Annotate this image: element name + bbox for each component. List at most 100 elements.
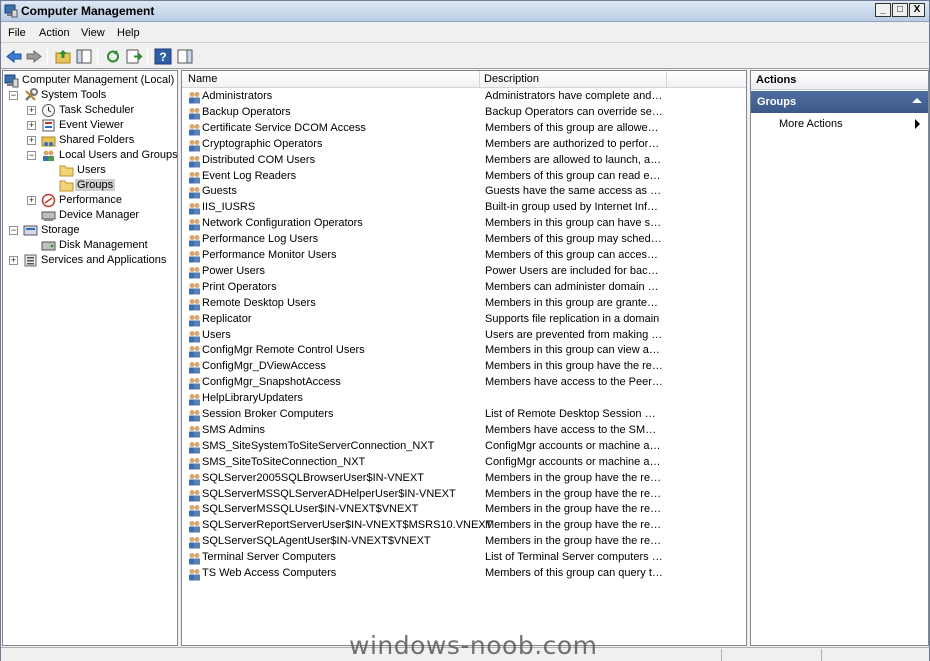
- show-hide-action-pane-icon[interactable]: [176, 48, 194, 65]
- event-viewer-icon: [42, 119, 55, 132]
- groups-list-view[interactable]: Name Description Administrators Administr…: [181, 70, 747, 646]
- group-description: Users are prevented from making ac...: [485, 328, 663, 341]
- export-list-icon[interactable]: [125, 48, 143, 65]
- table-row[interactable]: SMS_SiteToSiteConnection_NXT ConfigMgr ac…: [182, 455, 746, 471]
- svg-text:?: ?: [159, 50, 166, 64]
- table-row[interactable]: ConfigMgr_SnapshotAccess Members have acc…: [182, 375, 746, 391]
- table-row[interactable]: ConfigMgr_DViewAccess Members in this gro…: [182, 359, 746, 375]
- shared-folder-icon: [41, 136, 56, 147]
- group-icon: [189, 107, 200, 120]
- table-row[interactable]: Remote Desktop Users Members in this grou…: [182, 296, 746, 312]
- column-divider[interactable]: [666, 71, 667, 88]
- table-row[interactable]: Distributed COM Users Members are allowed…: [182, 153, 746, 169]
- group-name: Guests: [202, 185, 237, 198]
- table-row[interactable]: Performance Log Users Members of this gro…: [182, 232, 746, 248]
- table-row[interactable]: Performance Monitor Users Members of this…: [182, 248, 746, 264]
- group-name: Power Users: [202, 264, 265, 277]
- table-row[interactable]: Print Operators Members can administer do…: [182, 280, 746, 296]
- minimize-button[interactable]: _: [875, 3, 891, 17]
- expand-icon[interactable]: +: [27, 121, 36, 130]
- more-actions-item[interactable]: More Actions: [779, 118, 843, 130]
- menu-help[interactable]: Help: [117, 27, 140, 39]
- column-header-description[interactable]: Description: [484, 73, 539, 85]
- table-row[interactable]: HelpLibraryUpdaters: [182, 391, 746, 407]
- up-folder-icon[interactable]: [54, 48, 72, 65]
- title-bar[interactable]: Computer Management _ □ X: [1, 1, 929, 22]
- collapse-caret-icon[interactable]: [912, 98, 922, 103]
- close-button[interactable]: X: [909, 3, 925, 17]
- menu-file[interactable]: File: [8, 27, 26, 39]
- group-description: Built-in group used by Internet Infor...: [485, 201, 663, 214]
- expand-icon[interactable]: +: [27, 136, 36, 145]
- table-row[interactable]: Certificate Service DCOM Access Members o…: [182, 121, 746, 137]
- table-row[interactable]: IIS_IUSRS Built-in group used by Internet…: [182, 200, 746, 216]
- expand-icon[interactable]: +: [9, 256, 18, 265]
- actions-group-groups[interactable]: Groups: [751, 91, 928, 113]
- collapse-icon[interactable]: −: [27, 151, 36, 160]
- table-row[interactable]: SQLServerMSSQLServerADHelperUser$IN-VNEX…: [182, 487, 746, 503]
- table-row[interactable]: SQLServerReportServerUser$IN-VNEXT$MSRS1…: [182, 518, 746, 534]
- group-description: Members of this group can query th...: [485, 567, 663, 579]
- status-pane: [821, 649, 822, 661]
- group-description: Members have access to the SMS Pr...: [485, 423, 663, 436]
- table-row[interactable]: Terminal Server Computers List of Termina…: [182, 550, 746, 566]
- collapse-icon[interactable]: −: [9, 226, 18, 235]
- table-row[interactable]: Cryptographic Operators Members are autho…: [182, 137, 746, 153]
- tree-node-label: Services and Applications: [41, 254, 167, 266]
- table-row[interactable]: Users Users are prevented from making ac.…: [182, 328, 746, 344]
- group-icon: [189, 139, 200, 152]
- menu-action[interactable]: Action: [39, 27, 70, 39]
- window-title: Computer Management: [21, 4, 155, 18]
- toolbar-separator: [147, 48, 148, 65]
- table-row[interactable]: SQLServerMSSQLUser$IN-VNEXT$VNEXT Members…: [182, 502, 746, 518]
- menu-bar: File Action View Help: [1, 23, 929, 43]
- table-row[interactable]: Replicator Supports file replication in a…: [182, 312, 746, 328]
- refresh-icon[interactable]: [104, 48, 122, 65]
- group-name: ConfigMgr Remote Control Users: [202, 344, 365, 357]
- column-header-name[interactable]: Name: [188, 73, 217, 85]
- group-icon: [189, 425, 200, 438]
- table-row[interactable]: Event Log Readers Members of this group c…: [182, 169, 746, 185]
- back-arrow-icon[interactable]: [5, 48, 23, 65]
- table-row[interactable]: Guests Guests have the same access as me.…: [182, 184, 746, 200]
- table-row[interactable]: SQLServerSQLAgentUser$IN-VNEXT$VNEXT Memb…: [182, 534, 746, 550]
- performance-icon: [41, 193, 56, 208]
- group-description: Members in this group are granted t...: [485, 296, 663, 309]
- table-row[interactable]: SMS_SiteSystemToSiteServerConnection_NXT…: [182, 439, 746, 455]
- group-icon: [189, 251, 200, 263]
- expand-icon[interactable]: +: [27, 196, 36, 205]
- table-row[interactable]: Backup Operators Backup Operators can ove…: [182, 105, 746, 121]
- table-row[interactable]: Session Broker Computers List of Remote D…: [182, 407, 746, 423]
- table-row[interactable]: Network Configuration Operators Members i…: [182, 216, 746, 232]
- watermark-text: windows-noob.com: [349, 631, 598, 660]
- table-row[interactable]: SQLServer2005SQLBrowserUser$IN-VNEXT Memb…: [182, 471, 746, 487]
- group-icon: [189, 489, 200, 501]
- table-row[interactable]: Power Users Power Users are included for …: [182, 264, 746, 280]
- table-row[interactable]: TS Web Access Computers Members of this g…: [182, 566, 746, 582]
- group-description: Supports file replication in a domain: [485, 312, 660, 325]
- table-row[interactable]: ConfigMgr Remote Control Users Members in…: [182, 343, 746, 359]
- services-icon: [24, 254, 37, 267]
- tree-node-label: Disk Management: [59, 239, 148, 251]
- forward-arrow-icon[interactable]: [25, 48, 43, 65]
- group-description: Members in this group have the requ...: [485, 360, 663, 373]
- expand-icon[interactable]: +: [27, 106, 36, 115]
- storage-icon: [23, 225, 38, 236]
- submenu-arrow-icon[interactable]: [915, 119, 920, 129]
- collapse-icon[interactable]: −: [9, 91, 18, 100]
- column-divider[interactable]: [479, 71, 480, 88]
- system-tools-icon: [25, 88, 38, 101]
- help-icon[interactable]: ?: [154, 48, 172, 65]
- table-row[interactable]: Administrators Administrators have comple…: [182, 89, 746, 105]
- console-tree[interactable]: Computer Management (Local) − System Tools…: [2, 70, 178, 646]
- group-icon: [189, 569, 200, 581]
- maximize-button[interactable]: □: [892, 3, 908, 17]
- show-hide-tree-icon[interactable]: [75, 48, 93, 65]
- group-description: Guests have the same access as me...: [485, 185, 663, 198]
- group-name: Cryptographic Operators: [202, 137, 323, 150]
- group-name: Backup Operators: [202, 105, 291, 118]
- table-row[interactable]: SMS Admins Members have access to the SMS…: [182, 423, 746, 439]
- group-name: Remote Desktop Users: [202, 296, 316, 309]
- group-icon: [189, 298, 200, 311]
- menu-view[interactable]: View: [81, 27, 105, 39]
